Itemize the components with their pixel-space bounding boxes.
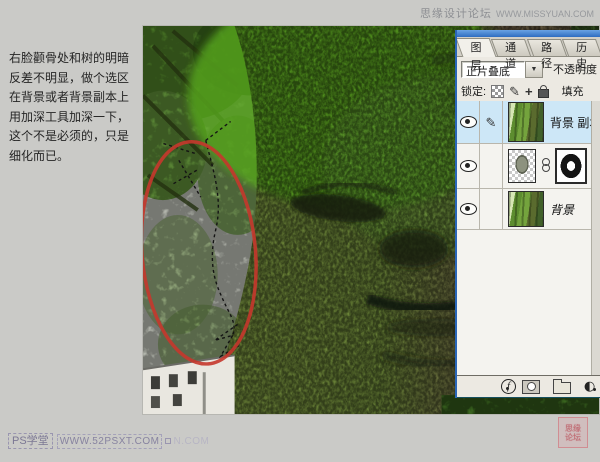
- layer-name[interactable]: 背景: [550, 201, 574, 218]
- brush-icon: ✎: [486, 117, 497, 128]
- lock-position-icon[interactable]: +: [525, 86, 533, 97]
- layer-thumbnail[interactable]: [508, 149, 536, 183]
- editing-indicator-cell: ✎: [480, 101, 503, 143]
- tab-channels[interactable]: 通道: [491, 39, 531, 56]
- add-layer-mask-button[interactable]: [522, 380, 540, 394]
- layer-style-button[interactable]: f: [501, 379, 509, 394]
- layer-row-portrait[interactable]: 人像: [457, 144, 600, 189]
- tutorial-watermark: PS学堂 WWW.52PSXT.COM N.COM: [8, 433, 209, 449]
- tab-layers[interactable]: 图层: [456, 38, 497, 57]
- screenshot-root: 思缘设计论坛 WWW.MISSYUAN.COM 右脸颧骨处和树的明暗 反差不明显…: [0, 0, 600, 462]
- selection-handle: [165, 438, 171, 444]
- layer-thumbnail[interactable]: [508, 191, 544, 227]
- forum-url: WWW.MISSYUAN.COM: [496, 9, 594, 19]
- layer-row-background[interactable]: 背景: [457, 189, 600, 230]
- fill-label: 填充: [562, 83, 584, 99]
- lock-row: 锁定: ✎ + 填充: [457, 81, 600, 101]
- eye-icon: [460, 160, 477, 172]
- palette-bottom-bar: f ◐: [457, 376, 600, 397]
- mask-icon: [527, 382, 536, 391]
- watermark-brand: PS学堂: [8, 433, 53, 449]
- eye-icon: [460, 203, 477, 215]
- lock-pixels-icon[interactable]: ✎: [509, 86, 520, 97]
- layer-row-background-copy[interactable]: ✎ 背景 副本: [457, 101, 600, 144]
- palette-bottom-edge: [457, 397, 600, 398]
- layer-mask-thumbnail[interactable]: [555, 148, 587, 184]
- layer-thumbnail[interactable]: [508, 102, 544, 142]
- tab-paths[interactable]: 路径: [526, 39, 566, 56]
- adjustment-layer-icon: ◐: [584, 380, 595, 393]
- tab-history[interactable]: 历史: [562, 39, 600, 56]
- chevron-down-icon: ▼: [531, 66, 538, 73]
- forum-name: 思缘设计论坛: [420, 8, 492, 20]
- layer-list: ✎ 背景 副本 人像: [457, 101, 600, 376]
- editing-indicator-cell: [480, 189, 503, 229]
- visibility-toggle[interactable]: [457, 101, 480, 143]
- watermark-ghost-text: N.COM: [173, 436, 209, 447]
- watermark-site: WWW.52PSXT.COM: [57, 434, 163, 449]
- editing-indicator-cell: [480, 144, 503, 188]
- visibility-toggle[interactable]: [457, 189, 480, 229]
- mask-link-icon[interactable]: [542, 160, 549, 172]
- palette-scrollbar[interactable]: [591, 101, 600, 375]
- eye-icon: [460, 116, 477, 128]
- adjustment-layer-button[interactable]: ◐: [584, 380, 596, 393]
- lock-label: 锁定:: [461, 83, 486, 99]
- palette-tabbar: 图层 通道 路径 历史: [457, 37, 600, 57]
- dot: [593, 388, 596, 391]
- forum-header-text: 思缘设计论坛 WWW.MISSYUAN.COM: [420, 5, 594, 21]
- forum-stamp: 思缘 论坛: [558, 417, 588, 448]
- lock-transparency-icon[interactable]: [491, 85, 504, 98]
- visibility-toggle[interactable]: [457, 144, 480, 188]
- layers-palette: 图层 通道 路径 历史 正片叠底 ▼ 不透明度 锁定: ✎ + 填充: [455, 30, 600, 398]
- lock-all-icon[interactable]: [538, 89, 549, 98]
- tutorial-note-text: 右脸颧骨处和树的明暗 反差不明显，做个选区 在背景或者背景副本上 用加深工具加深…: [9, 49, 137, 166]
- palette-titlebar[interactable]: [457, 30, 600, 37]
- stamp-line2: 论坛: [565, 433, 581, 442]
- stamp-line1: 思缘: [565, 424, 581, 433]
- new-group-button[interactable]: [553, 382, 571, 394]
- layer-effects-icon: f: [501, 379, 516, 394]
